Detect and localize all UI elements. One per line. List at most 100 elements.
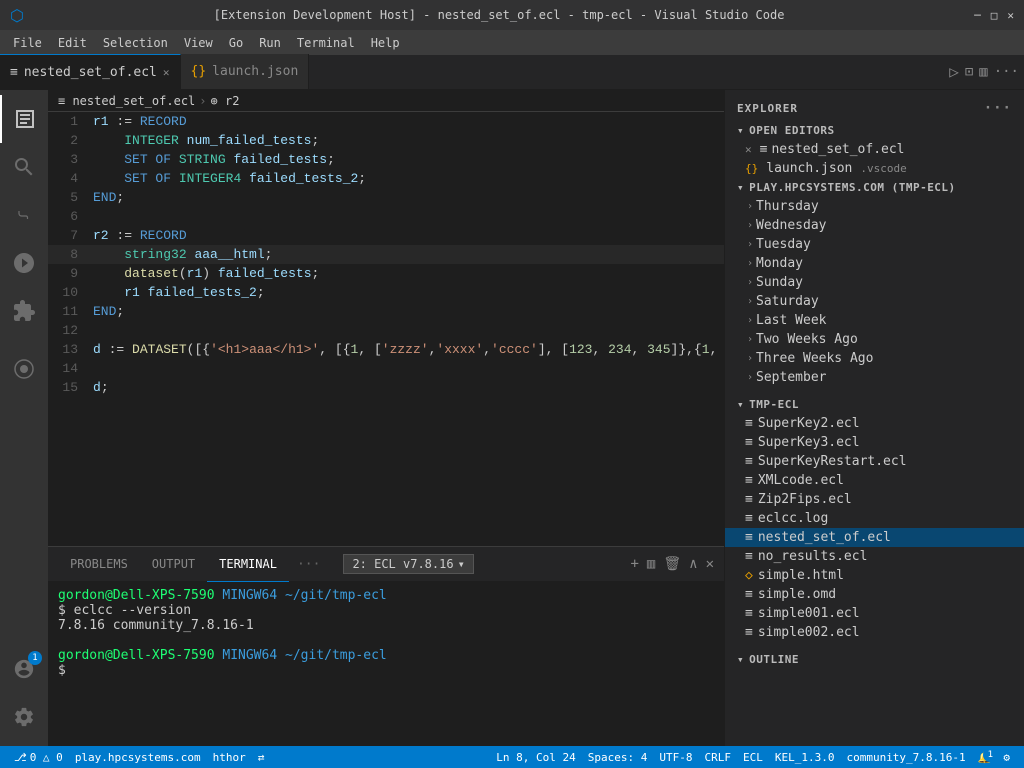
status-remote[interactable]: play.hpcsystems.com (69, 746, 207, 768)
activity-explorer[interactable] (0, 95, 48, 143)
tree-item-saturday[interactable]: › Saturday (725, 292, 1024, 311)
window-controls[interactable]: ─ □ ✕ (974, 9, 1014, 22)
tree-item-two-weeks-ago[interactable]: › Two Weeks Ago (725, 330, 1024, 349)
panel-tab-problems[interactable]: PROBLEMS (58, 547, 140, 582)
terminal-cmd-1: $ eclcc --version (58, 603, 191, 618)
breadcrumb-symbol[interactable]: ⊕ r2 (211, 94, 240, 108)
file-simple001[interactable]: ≡ simple001.ecl (725, 604, 1024, 623)
status-git[interactable]: ⎇ 0 △ 0 (8, 746, 69, 768)
status-position[interactable]: Ln 8, Col 24 (490, 746, 581, 768)
breadcrumb-file[interactable]: ≡ nested_set_of.ecl (58, 94, 195, 108)
tab-close-nested[interactable]: ✕ (163, 66, 170, 79)
activity-source-control[interactable] (0, 191, 48, 239)
more-actions-icon[interactable]: ··· (994, 64, 1019, 80)
tree-item-thursday[interactable]: › Thursday (725, 197, 1024, 216)
file-superkeyrestart[interactable]: ≡ SuperKeyRestart.ecl (725, 452, 1024, 471)
menu-selection[interactable]: Selection (95, 33, 176, 53)
chevron-sunday-icon: › (747, 277, 753, 288)
status-encoding-label: UTF-8 (659, 751, 692, 764)
html-icon-simple: ◇ (745, 568, 753, 583)
ecl-icon-xmlcode: ≡ (745, 473, 753, 488)
tree-item-sunday[interactable]: › Sunday (725, 273, 1024, 292)
file-zip2fips[interactable]: ≡ Zip2Fips.ecl (725, 490, 1024, 509)
panel-tab-terminal[interactable]: TERMINAL (207, 547, 289, 582)
file-nested-set-of[interactable]: ≡ nested_set_of.ecl (725, 528, 1024, 547)
file-simple-html[interactable]: ◇ simple.html (725, 566, 1024, 585)
tree-item-three-weeks-ago[interactable]: › Three Weeks Ago (725, 349, 1024, 368)
terminal-line-1: gordon@Dell-XPS-7590 MINGW64 ~/git/tmp-e… (58, 588, 714, 603)
file-superkey2[interactable]: ≡ SuperKey2.ecl (725, 414, 1024, 433)
status-encoding[interactable]: UTF-8 (653, 746, 698, 768)
split-editor-icon[interactable]: ⊡ (965, 64, 973, 80)
activity-search[interactable] (0, 143, 48, 191)
split-terminal-icon[interactable]: ▥ (647, 556, 655, 572)
section-open-editors[interactable]: ▾ OPEN EDITORS (725, 121, 1024, 140)
file-simple-omd[interactable]: ≡ simple.omd (725, 585, 1024, 604)
activity-settings[interactable] (0, 693, 48, 741)
status-sync[interactable]: ⇄ (252, 746, 271, 768)
add-terminal-icon[interactable]: + (630, 556, 638, 572)
close-panel-icon[interactable]: ✕ (706, 556, 714, 572)
section-outline[interactable]: ▾ OUTLINE (725, 650, 1024, 669)
menu-help[interactable]: Help (363, 33, 408, 53)
activity-run-debug[interactable] (0, 239, 48, 287)
tree-item-monday[interactable]: › Monday (725, 254, 1024, 273)
file-no-results[interactable]: ≡ no_results.ecl (725, 547, 1024, 566)
tree-item-wednesday[interactable]: › Wednesday (725, 216, 1024, 235)
section-tmp-ecl[interactable]: ▾ TMP-ECL (725, 395, 1024, 414)
close-open-editor-icon[interactable]: ✕ (745, 143, 752, 156)
code-line-3: 3 SET OF STRING failed_tests; (48, 150, 724, 169)
tree-label-tuesday: Tuesday (756, 237, 811, 252)
menu-terminal[interactable]: Terminal (289, 33, 363, 53)
tree-item-september[interactable]: › September (725, 368, 1024, 387)
code-editor[interactable]: 1 r1 := RECORD 2 INTEGER num_failed_test… (48, 112, 724, 546)
code-line-15: 15 d; (48, 378, 724, 397)
menu-file[interactable]: File (5, 33, 50, 53)
split-layout-icon[interactable]: ▥ (979, 64, 987, 80)
terminal-dropdown[interactable]: 2: ECL v7.8.16 ▾ (343, 554, 473, 574)
status-hthor[interactable]: hthor (207, 746, 252, 768)
status-eol[interactable]: CRLF (698, 746, 737, 768)
explorer-more-icon[interactable]: ··· (984, 100, 1012, 116)
terminal-content[interactable]: gordon@Dell-XPS-7590 MINGW64 ~/git/tmp-e… (48, 582, 724, 746)
open-editor-launch[interactable]: {} launch.json .vscode (725, 159, 1024, 178)
maximize-panel-icon[interactable]: ∧ (689, 556, 697, 572)
terminal-selector[interactable]: 2: ECL v7.8.16 ▾ (343, 554, 473, 574)
status-language[interactable]: ECL (737, 746, 769, 768)
file-xmlcode[interactable]: ≡ XMLcode.ecl (725, 471, 1024, 490)
code-line-2: 2 INTEGER num_failed_tests; (48, 131, 724, 150)
tree-item-last-week[interactable]: › Last Week (725, 311, 1024, 330)
run-icon[interactable]: ▷ (949, 62, 959, 81)
panel-tabs: PROBLEMS OUTPUT TERMINAL ··· 2: ECL v7.8… (48, 547, 724, 582)
panel-tab-output[interactable]: OUTPUT (140, 547, 207, 582)
menu-edit[interactable]: Edit (50, 33, 95, 53)
file-superkey3[interactable]: ≡ SuperKey3.ecl (725, 433, 1024, 452)
status-settings-gear[interactable]: ⚙ (997, 746, 1016, 768)
section-play-hpcc[interactable]: ▾ PLAY.HPCSYSTEMS.COM (TMP-ECL) (725, 178, 1024, 197)
menu-go[interactable]: Go (221, 33, 251, 53)
activity-extensions[interactable] (0, 287, 48, 335)
activity-account[interactable]: 1 (0, 645, 48, 693)
minimize-button[interactable]: ─ (974, 9, 981, 22)
maximize-button[interactable]: □ (991, 9, 998, 22)
file-simple002[interactable]: ≡ simple002.ecl (725, 623, 1024, 642)
trash-icon[interactable]: 🗑 (663, 556, 681, 572)
tree-item-tuesday[interactable]: › Tuesday (725, 235, 1024, 254)
close-button[interactable]: ✕ (1007, 9, 1014, 22)
status-kel[interactable]: KEL_1.3.0 (769, 746, 841, 768)
sidebar-content[interactable]: ▾ OPEN EDITORS ✕ ≡ nested_set_of.ecl {} … (725, 121, 1024, 746)
status-spaces[interactable]: Spaces: 4 (582, 746, 654, 768)
activity-hpcc[interactable] (0, 345, 48, 393)
menu-view[interactable]: View (176, 33, 221, 53)
menu-run[interactable]: Run (251, 33, 289, 53)
section-divider (725, 387, 1024, 395)
title-bar: ⬡ [Extension Development Host] - nested_… (0, 0, 1024, 30)
status-community[interactable]: community_7.8.16-1 (840, 746, 971, 768)
file-name-nested: nested_set_of.ecl (758, 530, 1012, 545)
tab-launch-json[interactable]: {} launch.json (181, 54, 310, 89)
tab-nested-set-of-ecl[interactable]: ≡ nested_set_of.ecl ✕ (0, 54, 181, 89)
file-eclcc-log[interactable]: ≡ eclcc.log (725, 509, 1024, 528)
chevron-three-weeks-icon: › (747, 353, 753, 364)
open-editor-nested[interactable]: ✕ ≡ nested_set_of.ecl (725, 140, 1024, 159)
status-notifications[interactable]: 🔔 1 (972, 746, 998, 768)
